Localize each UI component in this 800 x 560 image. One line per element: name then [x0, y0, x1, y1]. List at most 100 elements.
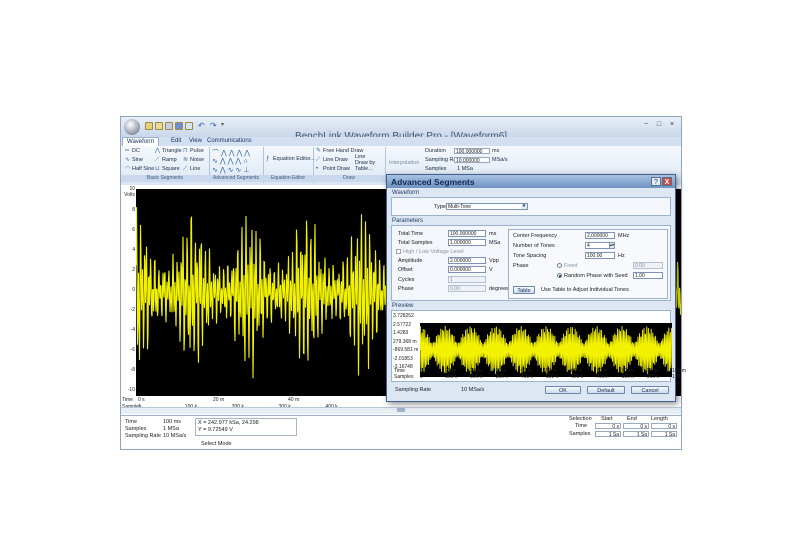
total-time-unit: ms: [489, 231, 497, 237]
scrollbar-thumb[interactable]: [397, 408, 405, 412]
type-dropdown-arrow-icon[interactable]: ▾: [521, 204, 527, 209]
selection-time-end[interactable]: 0 s: [623, 423, 649, 430]
total-time-label: Total Time: [398, 231, 424, 237]
high-low-voltage-checkbox[interactable]: [396, 249, 401, 254]
ramp-button[interactable]: ⟋ Ramp: [155, 157, 177, 163]
offset-unit: V: [489, 267, 493, 273]
pulse-wave-icon: ⊓: [183, 148, 188, 154]
point-draw-button[interactable]: • Point Draw: [316, 166, 350, 172]
table-button[interactable]: Table: [513, 286, 535, 294]
pulse-button[interactable]: ⊓ Pulse: [183, 148, 204, 154]
y-tick-label: -6: [130, 347, 135, 353]
quick-access-dropdown-icon[interactable]: ▾: [221, 121, 224, 128]
preview-x-sample-tick: 900 k: [646, 374, 660, 380]
tab-communications[interactable]: Communications: [203, 137, 256, 146]
dc-icon: ═: [125, 148, 130, 154]
print-icon[interactable]: [165, 122, 173, 130]
cycles-input[interactable]: 1: [448, 276, 486, 283]
total-time-input[interactable]: 100.000000: [448, 230, 486, 237]
multi-tone-panel: Center Frequency 2.000000 MHz Number of …: [508, 229, 668, 299]
triangle-button[interactable]: ⋀ Triangle: [155, 148, 182, 154]
default-button[interactable]: Default: [587, 386, 625, 394]
half-sine-icon: ◠: [125, 166, 131, 172]
y-axis-unit: Volts: [124, 192, 135, 198]
line-icon: ⟋: [183, 166, 188, 172]
pencil-icon: ✎: [316, 148, 322, 154]
phase-input[interactable]: 0.00: [448, 285, 486, 292]
dc-button[interactable]: ═ DC: [125, 148, 140, 154]
y-tick-label: 8: [132, 207, 135, 213]
center-frequency-input[interactable]: 2.000000: [585, 232, 615, 239]
tones-spinner-icon[interactable]: ▴▾: [609, 242, 615, 249]
minimize-button[interactable]: −: [641, 121, 651, 129]
preview-x-sample-tick: 1: [420, 374, 423, 380]
dialog-help-button[interactable]: ?: [651, 177, 661, 186]
redo-icon[interactable]: ↷: [210, 121, 217, 130]
y-tick-label: 4: [132, 247, 135, 253]
preview-x-samples-label: Samples: [394, 374, 414, 380]
random-seed-input[interactable]: 1.00: [633, 272, 663, 279]
duration-input[interactable]: 100.000000: [454, 148, 490, 155]
tab-edit[interactable]: Edit: [167, 137, 185, 146]
interpolation-dropdown[interactable]: Interpolation: [389, 160, 419, 166]
offset-input[interactable]: 0.000000: [448, 266, 486, 273]
selection-samples-start[interactable]: 1 Sa: [595, 431, 621, 438]
tone-spacing-label: Tone Spacing: [513, 253, 547, 259]
cancel-button[interactable]: Cancel: [631, 386, 669, 394]
sine-button[interactable]: ∿ Sine: [125, 157, 143, 163]
ok-button[interactable]: OK: [545, 386, 581, 394]
line-draw-button[interactable]: ⟋ Line Draw: [316, 157, 348, 163]
fixed-phase-radio[interactable]: [557, 263, 562, 268]
half-sine-button[interactable]: ◠ Half Sine: [125, 166, 154, 172]
total-samples-label: Total Samples: [398, 240, 433, 246]
close-window-button[interactable]: ×: [667, 121, 677, 129]
offset-label: Offset: [398, 267, 413, 273]
preview-x-sample-tick: 800 k: [621, 374, 634, 380]
cut-icon[interactable]: [185, 122, 193, 130]
preview-group-label: Preview: [392, 303, 414, 309]
samples-label: Samples: [425, 166, 447, 172]
group-equation-editor: Equation Editor: [263, 175, 313, 182]
square-wave-icon: ⊔: [155, 166, 160, 172]
line-draw-by-table-button[interactable]: Line Draw by Table...: [355, 154, 379, 172]
preview-x-sample-tick: 300 k: [495, 374, 508, 380]
selection-samples-length[interactable]: 1 Sa: [651, 431, 677, 438]
dialog-close-button[interactable]: X: [662, 177, 672, 186]
preview-x-sample-tick: 700 k: [596, 374, 609, 380]
amplitude-input[interactable]: 2.000000: [448, 257, 486, 264]
advanced-segment-icons-row2[interactable]: ∿⋀⋀⋀∩: [212, 157, 250, 165]
maximize-button[interactable]: □: [654, 121, 664, 129]
total-samples-input[interactable]: 1.000000: [448, 239, 486, 246]
undo-icon[interactable]: ↶: [198, 121, 205, 130]
y-tick-label: -4: [130, 327, 135, 333]
tone-spacing-input[interactable]: 100.00: [585, 252, 615, 259]
y-tick-label: -10: [127, 387, 135, 393]
preview-x-sample-tick: 500 k: [546, 374, 559, 380]
square-button[interactable]: ⊔ Square: [155, 166, 180, 172]
new-file-icon[interactable]: [145, 122, 153, 130]
selection-label: Selection: [569, 416, 592, 422]
preview-x-sample-tick: 600 k: [571, 374, 584, 380]
type-select[interactable]: Multi-Tone: [446, 203, 528, 210]
noise-button[interactable]: ≋ Noise: [183, 157, 204, 163]
preview-y-tick-label: -2.01853: [393, 355, 413, 362]
total-samples-unit: MSa: [489, 240, 501, 246]
cursor-x-value: X = 242.977 kSa, 24.298: [198, 420, 259, 426]
sampling-rate-input[interactable]: 10.000000: [454, 157, 490, 164]
selection-time-length[interactable]: 0 s: [651, 423, 677, 430]
random-phase-radio[interactable]: [557, 273, 562, 278]
selection-samples-end[interactable]: 1 Sa: [623, 431, 649, 438]
fixed-phase-input[interactable]: 0.00: [633, 262, 663, 269]
cursor-y-value: Y = 9.72549 V: [198, 427, 233, 433]
advanced-segment-icons-row3[interactable]: ∿⋀∿∿⊥: [212, 166, 251, 174]
save-icon[interactable]: [175, 122, 183, 130]
triangle-wave-icon: ⋀: [155, 148, 160, 154]
preview-x-sample-tick: 100 k: [445, 374, 458, 380]
line-button[interactable]: ⟋ Line: [183, 166, 200, 172]
status-time-label: Time: [125, 419, 138, 425]
start-header: Start: [601, 416, 613, 422]
dialog-title: Advanced Segments: [391, 177, 475, 187]
open-file-icon[interactable]: [155, 122, 163, 130]
selection-time-start[interactable]: 0 s: [595, 423, 621, 430]
equation-editor-button[interactable]: ƒ Equation Editor...: [266, 156, 315, 162]
